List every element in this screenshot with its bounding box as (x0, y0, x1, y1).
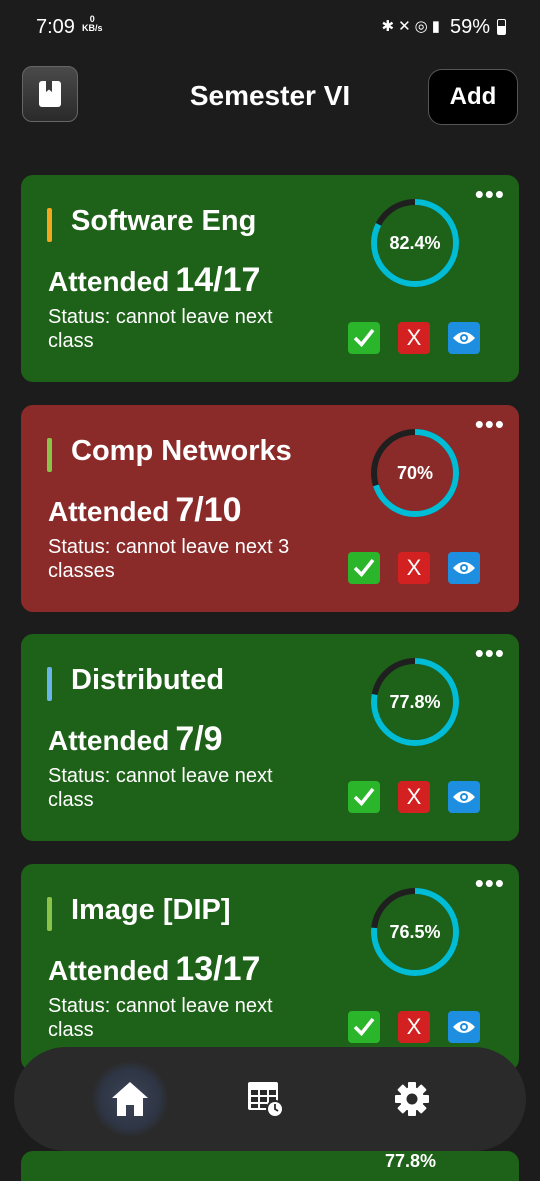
check-icon (353, 1017, 375, 1037)
course-card[interactable]: ••• Software Eng Attended 14/17 Status: c… (21, 175, 519, 382)
mark-present-button[interactable] (348, 1011, 380, 1043)
attended-count: 14/17 (175, 261, 261, 299)
attended-count: 7/10 (175, 491, 242, 529)
view-details-button[interactable] (448, 552, 480, 584)
subject-title: Image [DIP] (71, 894, 231, 926)
more-options-icon[interactable]: ••• (475, 640, 505, 666)
attended-row: Attended 7/10 (48, 491, 242, 530)
subject-title: Distributed (71, 664, 225, 696)
subject-color-bar (47, 208, 52, 242)
mute-icon: ✕ (398, 18, 415, 35)
signal-icon: ▮ (431, 18, 444, 35)
attended-count: 7/9 (175, 720, 223, 758)
view-details-button[interactable] (448, 781, 480, 813)
attendance-percent: 76.5% (389, 921, 441, 942)
home-icon (112, 1082, 148, 1116)
view-details-button[interactable] (448, 1011, 480, 1043)
mark-absent-button[interactable]: X (398, 1011, 430, 1043)
add-button[interactable]: Add (428, 69, 518, 125)
mark-absent-button[interactable]: X (398, 552, 430, 584)
mark-absent-button[interactable]: X (398, 781, 430, 813)
status-text: Status: cannot leave next 3 classes (48, 536, 290, 582)
check-icon (353, 787, 375, 807)
nav-settings[interactable] (386, 1073, 438, 1125)
more-options-icon[interactable]: ••• (475, 870, 505, 896)
eye-icon (453, 562, 475, 574)
status-text: Status: cannot leave next class (48, 995, 273, 1041)
net-speed: 0 KB/s (82, 15, 103, 33)
check-icon (353, 558, 375, 578)
eye-icon (453, 791, 475, 803)
view-details-button[interactable] (448, 322, 480, 354)
nav-home[interactable] (92, 1061, 168, 1137)
attended-row: Attended 14/17 (48, 261, 260, 300)
attended-row: Attended 13/17 (48, 950, 260, 989)
next-card-peek: 77.8% (21, 1151, 519, 1181)
attendance-percent: 77.8% (389, 691, 441, 712)
header: Semester VI Add (0, 64, 540, 126)
more-options-icon[interactable]: ••• (475, 181, 505, 207)
more-options-icon[interactable]: ••• (475, 411, 505, 437)
hotspot-icon: ◎ (414, 18, 432, 35)
subject-title: Software Eng (71, 205, 257, 237)
attended-label: Attended (48, 725, 170, 756)
attended-row: Attended 7/9 (48, 720, 223, 759)
subject-color-bar (47, 438, 52, 472)
battery-percent: 59% (449, 16, 490, 38)
eye-icon (453, 332, 475, 344)
nav-schedule[interactable] (240, 1073, 292, 1125)
course-card[interactable]: ••• Distributed Attended 7/9 Status: cann… (21, 634, 519, 841)
attendance-percent: 70% (396, 462, 434, 483)
attendance-percent: 82.4% (389, 232, 441, 253)
attended-label: Attended (48, 266, 170, 297)
attended-label: Attended (48, 496, 170, 527)
bottom-nav (14, 1047, 526, 1151)
subject-title: Comp Networks (71, 435, 292, 467)
course-card[interactable]: ••• Image [DIP] Attended 13/17 Status: ca… (21, 864, 519, 1071)
status-text: Status: cannot leave next class (48, 765, 273, 811)
mark-present-button[interactable] (348, 781, 380, 813)
status-time: 7:09 (36, 16, 75, 38)
eye-icon (453, 1021, 475, 1033)
mark-present-button[interactable] (348, 322, 380, 354)
status-bar: 7:09 0 KB/s ✱✕◎▮ 59% (0, 0, 540, 56)
net-speed-unit: KB/s (82, 23, 103, 33)
check-icon (353, 328, 375, 348)
course-card[interactable]: ••• Comp Networks Attended 7/10 Status: c… (21, 405, 519, 612)
battery-icon (497, 19, 506, 35)
subject-color-bar (47, 667, 52, 701)
peek-percent: 77.8% (385, 1151, 437, 1171)
status-text: Status: cannot leave next class (48, 306, 273, 352)
status-icons: ✱✕◎▮ (381, 17, 444, 35)
attended-label: Attended (48, 955, 170, 986)
mark-present-button[interactable] (348, 552, 380, 584)
bluetooth-icon: ✱ (381, 18, 399, 35)
settings-icon (395, 1082, 429, 1116)
subject-color-bar (47, 897, 52, 931)
mark-absent-button[interactable]: X (398, 322, 430, 354)
schedule-icon (248, 1082, 284, 1118)
attended-count: 13/17 (175, 950, 261, 988)
